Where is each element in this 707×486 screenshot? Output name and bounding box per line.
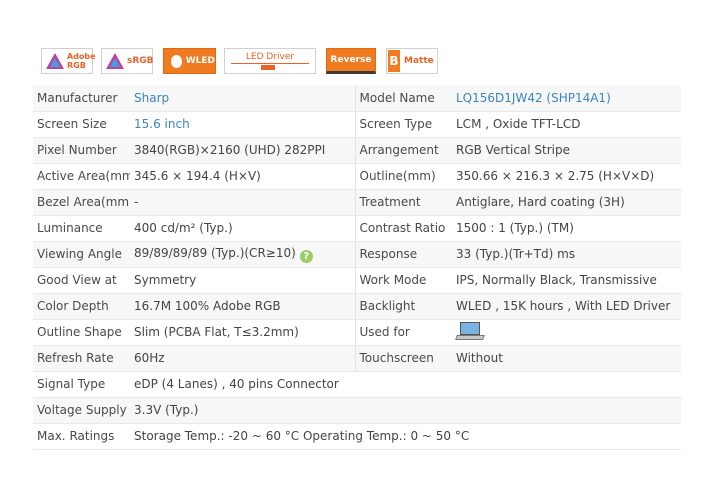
- table-row: Signal Type eDP (4 Lanes) , 40 pins Conn…: [33, 371, 681, 398]
- table-row: Pixel Number 3840(RGB)×2160 (UHD) 282PPI…: [33, 137, 681, 164]
- led-driver-icon: [231, 63, 309, 70]
- spec-value: 89/89/89/89 (Typ.)(CR≥10): [134, 245, 296, 260]
- spec-value: 3.3V (Typ.): [130, 397, 681, 424]
- spec-label: Work Mode: [355, 267, 452, 294]
- spec-value: 16.7M 100% Adobe RGB: [130, 293, 356, 320]
- table-row: Voltage Supply 3.3V (Typ.): [33, 397, 681, 424]
- led-driver-badge-label: LED Driver: [245, 52, 295, 62]
- spec-label: Screen Type: [355, 111, 452, 138]
- adobe-badge-line2: RGB: [67, 61, 86, 70]
- table-row: Color Depth 16.7M 100% Adobe RGB Backlig…: [33, 293, 681, 320]
- spec-label: Arrangement: [355, 137, 452, 164]
- table-row: Viewing Angle 89/89/89/89 (Typ.)(CR≥10)?…: [33, 241, 681, 268]
- srgb-badge-label: sRGB: [127, 56, 154, 66]
- matte-letter-icon: B: [388, 50, 400, 72]
- spec-label: Color Depth: [33, 293, 130, 320]
- spec-value: Without: [452, 345, 681, 372]
- table-row: Max. Ratings Storage Temp.: -20 ~ 60 °C …: [33, 423, 681, 450]
- spec-label: Response: [355, 241, 452, 268]
- bulb-icon: [171, 54, 182, 68]
- spec-label: Outline Shape: [33, 319, 130, 346]
- spec-label: Outline(mm): [355, 163, 452, 190]
- viewing-angle-cell: 89/89/89/89 (Typ.)(CR≥10)?: [130, 241, 356, 268]
- screen-size-link[interactable]: 15.6 inch: [130, 111, 356, 138]
- spec-value: 3840(RGB)×2160 (UHD) 282PPI: [130, 137, 356, 164]
- wled-badge: WLED: [163, 48, 216, 74]
- spec-label: Pixel Number: [33, 137, 130, 164]
- table-row: Manufacturer Sharp Model Name LQ156D1JW4…: [33, 85, 681, 112]
- laptop-icon: [455, 322, 485, 342]
- spec-label: Model Name: [355, 85, 452, 112]
- spec-value: 60Hz: [130, 345, 356, 372]
- table-row: Good View at Symmetry Work Mode IPS, Nor…: [33, 267, 681, 294]
- spec-label: Max. Ratings: [33, 423, 130, 450]
- spec-value: 345.6 × 194.4 (H×V): [130, 163, 356, 190]
- adobe-rgb-badge: Adobe RGB: [41, 48, 96, 74]
- spec-value: LCM , Oxide TFT-LCD: [452, 111, 681, 138]
- spec-label: Backlight: [355, 293, 452, 320]
- spec-value: Slim (PCBA Flat, T≤3.2mm): [130, 319, 356, 346]
- spec-label: Manufacturer: [33, 85, 130, 112]
- spec-value: 400 cd/m² (Typ.): [130, 215, 356, 242]
- spec-value: 33 (Typ.)(Tr+Td) ms: [452, 241, 681, 268]
- reverse-badge-label: Reverse: [330, 55, 372, 65]
- question-mark-icon[interactable]: ?: [299, 249, 313, 263]
- spec-value: Antiglare, Hard coating (3H): [452, 189, 681, 216]
- spec-value: -: [130, 189, 356, 216]
- table-row: Outline Shape Slim (PCBA Flat, T≤3.2mm) …: [33, 319, 681, 346]
- reverse-badge: Reverse: [326, 48, 376, 74]
- spec-label: Refresh Rate: [33, 345, 130, 372]
- spec-label: Luminance: [33, 215, 130, 242]
- spec-label: Viewing Angle: [33, 241, 130, 268]
- table-row: Bezel Area(mm) - Treatment Antiglare, Ha…: [33, 189, 681, 216]
- manufacturer-link[interactable]: Sharp: [130, 85, 356, 112]
- table-row: Refresh Rate 60Hz Touchscreen Without: [33, 345, 681, 372]
- color-triangle-icon: [46, 53, 64, 69]
- spec-label: Used for: [355, 319, 452, 346]
- spec-value: IPS, Normally Black, Transmissive: [452, 267, 681, 294]
- matte-badge: B Matte: [386, 48, 438, 74]
- used-for-cell: [452, 319, 681, 346]
- spec-value: WLED , 15K hours , With LED Driver: [452, 293, 681, 320]
- table-row: Screen Size 15.6 inch Screen Type LCM , …: [33, 111, 681, 138]
- srgb-badge: sRGB: [101, 48, 154, 74]
- spec-label: Good View at: [33, 267, 130, 294]
- wled-badge-label: WLED: [185, 56, 215, 66]
- spec-label: Signal Type: [33, 371, 130, 398]
- led-driver-badge: LED Driver: [224, 48, 316, 74]
- spec-label: Voltage Supply: [33, 397, 130, 424]
- color-triangle-icon: [106, 53, 124, 69]
- spec-value: Symmetry: [130, 267, 356, 294]
- table-row: Active Area(mm) 345.6 × 194.4 (H×V) Outl…: [33, 163, 681, 190]
- spec-table: Manufacturer Sharp Model Name LQ156D1JW4…: [33, 85, 681, 450]
- spec-value: Storage Temp.: -20 ~ 60 °C Operating Tem…: [130, 423, 681, 450]
- spec-value: eDP (4 Lanes) , 40 pins Connector: [130, 371, 681, 398]
- spec-label: Touchscreen: [355, 345, 452, 372]
- spec-value: RGB Vertical Stripe: [452, 137, 681, 164]
- spec-value: 350.66 × 216.3 × 2.75 (H×V×D): [452, 163, 681, 190]
- model-name-link[interactable]: LQ156D1JW42 (SHP14A1): [452, 85, 681, 112]
- spec-label: Screen Size: [33, 111, 130, 138]
- matte-badge-label: Matte: [404, 56, 434, 66]
- spec-value: 1500 : 1 (Typ.) (TM): [452, 215, 681, 242]
- adobe-badge-line1: Adobe: [67, 52, 96, 61]
- spec-label: Active Area(mm): [33, 163, 130, 190]
- spec-label: Treatment: [355, 189, 452, 216]
- table-row: Luminance 400 cd/m² (Typ.) Contrast Rati…: [33, 215, 681, 242]
- spec-label: Contrast Ratio: [355, 215, 452, 242]
- spec-label: Bezel Area(mm): [33, 189, 130, 216]
